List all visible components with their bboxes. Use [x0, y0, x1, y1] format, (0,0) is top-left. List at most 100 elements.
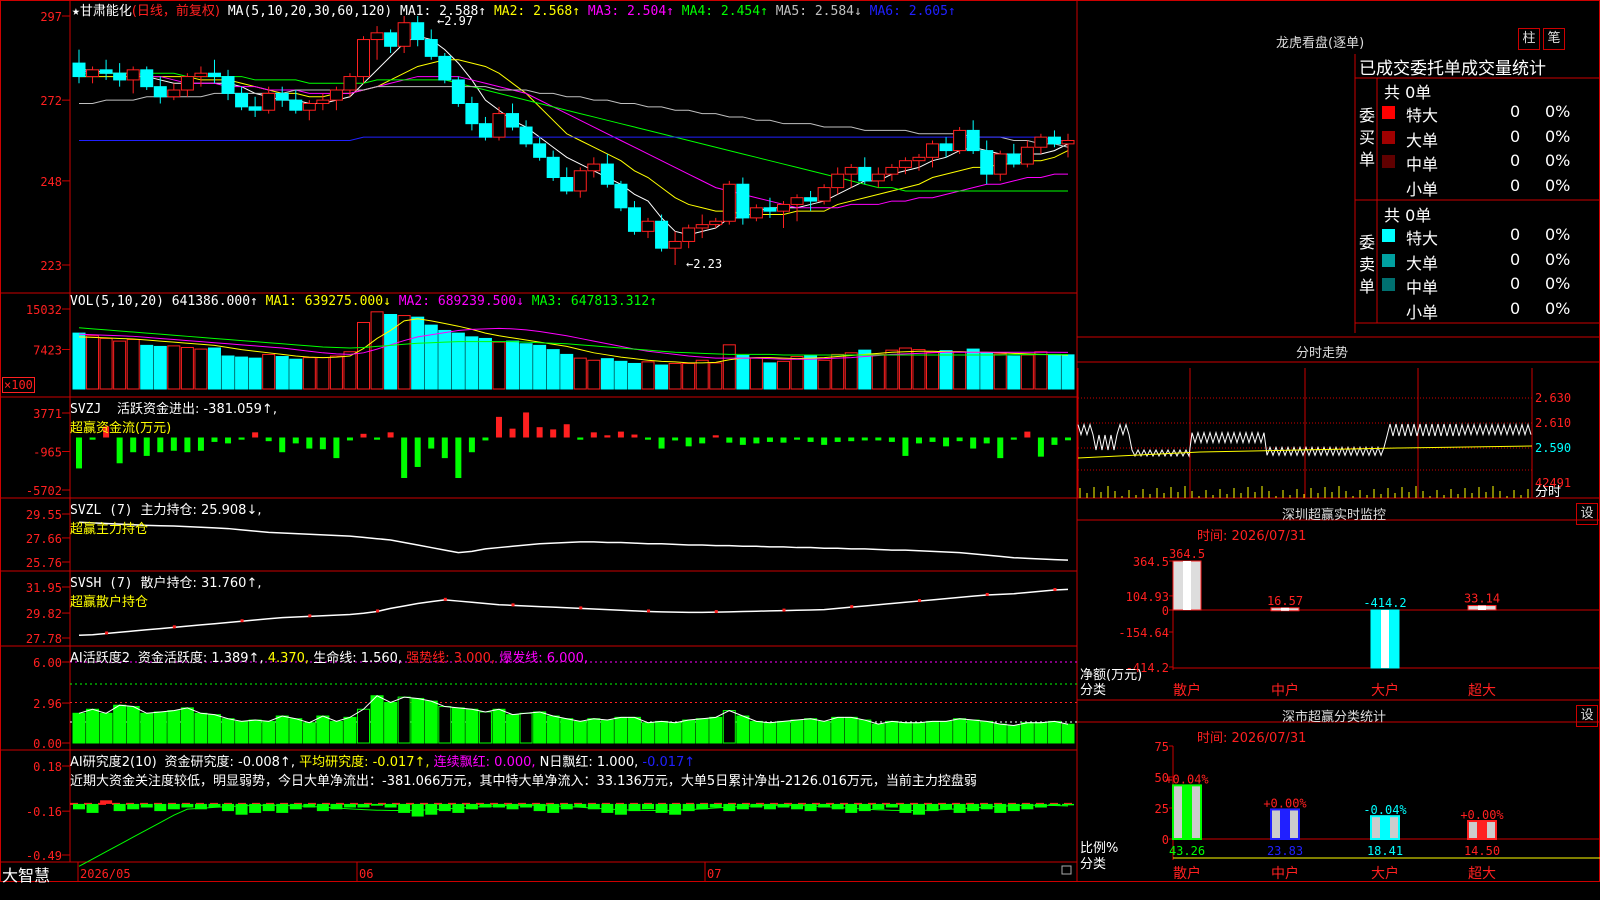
classify-settings-button[interactable]: 设 [1576, 705, 1598, 727]
volume-bar [831, 353, 845, 390]
candle-down [627, 207, 641, 232]
vol-unit-button[interactable]: ×100 [2, 377, 35, 393]
candle-down [614, 183, 628, 209]
svzj-outflow-bar [848, 437, 855, 442]
chart-period[interactable]: (日线，前复权) [132, 4, 220, 19]
price-axis-label: 272 [40, 94, 62, 108]
volume-bar [289, 358, 303, 390]
buy-row-pct: 0% [1545, 126, 1571, 146]
ai-active-bar [587, 718, 601, 744]
ai-active-bar [140, 712, 154, 744]
ai-active-bar [167, 710, 181, 744]
svzl-label: SVZL (7) [70, 503, 133, 518]
date-axis-label: 06 [359, 867, 373, 881]
svzj-inflow-bar [604, 435, 611, 438]
svzj-outflow-bar [455, 437, 462, 479]
candle-down [207, 72, 221, 78]
svzj-outflow-bar [997, 437, 1004, 459]
ai-active-bar [871, 723, 885, 744]
ma-legend-item-6: MA6: 2.605↑ [869, 4, 956, 19]
svzj-outflow-bar [915, 437, 922, 444]
ai-research-bar-down [763, 803, 776, 810]
svzj-outflow-bar [1037, 437, 1044, 457]
monitor-value-label: -414.2 [1363, 596, 1406, 610]
ma-label: MA(5,10,20,30,60,120) [227, 4, 393, 19]
monitor-settings-button[interactable]: 设 [1576, 503, 1598, 525]
classify-bar-core [1182, 785, 1192, 839]
svzj-outflow-bar [821, 437, 828, 445]
ma-line-ma1 [79, 35, 1069, 236]
ai-research-legend-item-1: 资金研究度: -0.008↑, [164, 755, 300, 770]
ai-active-bar [885, 720, 899, 744]
candle-down [221, 76, 235, 94]
volume-bar [221, 355, 235, 390]
ai-research-bar-down [791, 803, 804, 810]
svzj-outflow-bar [929, 437, 936, 442]
ai-active-axis-label: 6.00 [33, 656, 62, 670]
ai-active-bar [248, 719, 262, 744]
candle-down [763, 207, 777, 212]
volume-bar [939, 350, 953, 390]
ai-active-legend-item-2: 4.370, [267, 651, 314, 666]
favorite-star-icon[interactable]: ★ [72, 4, 80, 19]
vol-axis-label: 7423 [33, 343, 62, 357]
candle-down [560, 177, 574, 192]
sell-row-label: 大单 [1406, 253, 1439, 273]
volume-bar [99, 337, 113, 390]
volume-bar [709, 362, 723, 390]
buy-row-pct: 0% [1545, 102, 1571, 121]
volume-bar [817, 359, 831, 390]
svzj-inflow-bar [550, 429, 557, 438]
candle-up [953, 129, 967, 152]
classify-axis-label: 0 [1162, 833, 1169, 847]
svsh-marker [850, 605, 854, 609]
sell-row-color-swatch [1382, 302, 1395, 316]
ai-research-bar-down [438, 803, 451, 812]
candle-up [1061, 140, 1075, 145]
tick-view-button[interactable]: 笔 [1543, 28, 1565, 50]
volume-bar [411, 316, 425, 390]
lock-icon [1061, 865, 1072, 875]
volume-bar [627, 362, 641, 390]
buy-row-label: 特大 [1406, 106, 1439, 125]
volume-bar [912, 349, 926, 390]
volume-bar [871, 353, 885, 390]
monitor-value-label: 16.57 [1267, 594, 1303, 608]
svzj-outflow-bar [956, 437, 963, 442]
classify-change-label: +0.00% [1460, 808, 1504, 822]
ai-research-bar-down [167, 803, 180, 810]
volume-bar [1020, 354, 1034, 390]
classify-axis-label: 75 [1155, 740, 1169, 754]
svzj-outflow-bar [902, 437, 909, 456]
svzj-outflow-bar [766, 437, 773, 442]
ai-active-bar [939, 720, 953, 744]
candle-down [478, 123, 492, 138]
ai-active-bar [722, 710, 736, 744]
svzj-outflow-bar [888, 437, 895, 442]
candle-up [316, 99, 330, 104]
buy-row-label: 小单 [1406, 179, 1439, 199]
ai-research-bar-down [140, 803, 153, 808]
stock-name: 甘肃能化 [79, 4, 132, 19]
svsh-header: SVSH (7) 散户持仓: 31.760↑, 超赢散户持仓 [70, 572, 261, 610]
sell-row-count: 0 [1510, 249, 1521, 269]
candle-up [709, 220, 723, 226]
sell-row-label: 特大 [1406, 229, 1439, 248]
ai-active-bar [506, 714, 520, 744]
svzj-sub: 超赢资金流(万元) [70, 421, 172, 436]
column-view-button[interactable]: 柱 [1518, 28, 1540, 50]
volume-bar [587, 359, 601, 390]
ai-research-legend-item-2: 平均研究度: -0.017↑, [299, 755, 434, 770]
ai-research-bar-down [222, 803, 235, 812]
ai-active-bar [86, 708, 100, 744]
svzj-inflow-bar [712, 435, 719, 438]
candle-down [72, 62, 86, 78]
monitor-category-label: 散户 [1173, 682, 1201, 699]
ai-active-bar [573, 720, 587, 744]
chart-header: ★甘肃能化(日线，前复权) MA(5,10,20,30,60,120) MA1:… [72, 0, 956, 19]
volume-bar [478, 337, 492, 390]
ai-research-bar-down [181, 803, 194, 808]
svzj-outflow-bar [306, 437, 313, 449]
candle-up [722, 183, 736, 222]
ma-legend-item-2: MA2: 2.568↑ [493, 4, 588, 19]
